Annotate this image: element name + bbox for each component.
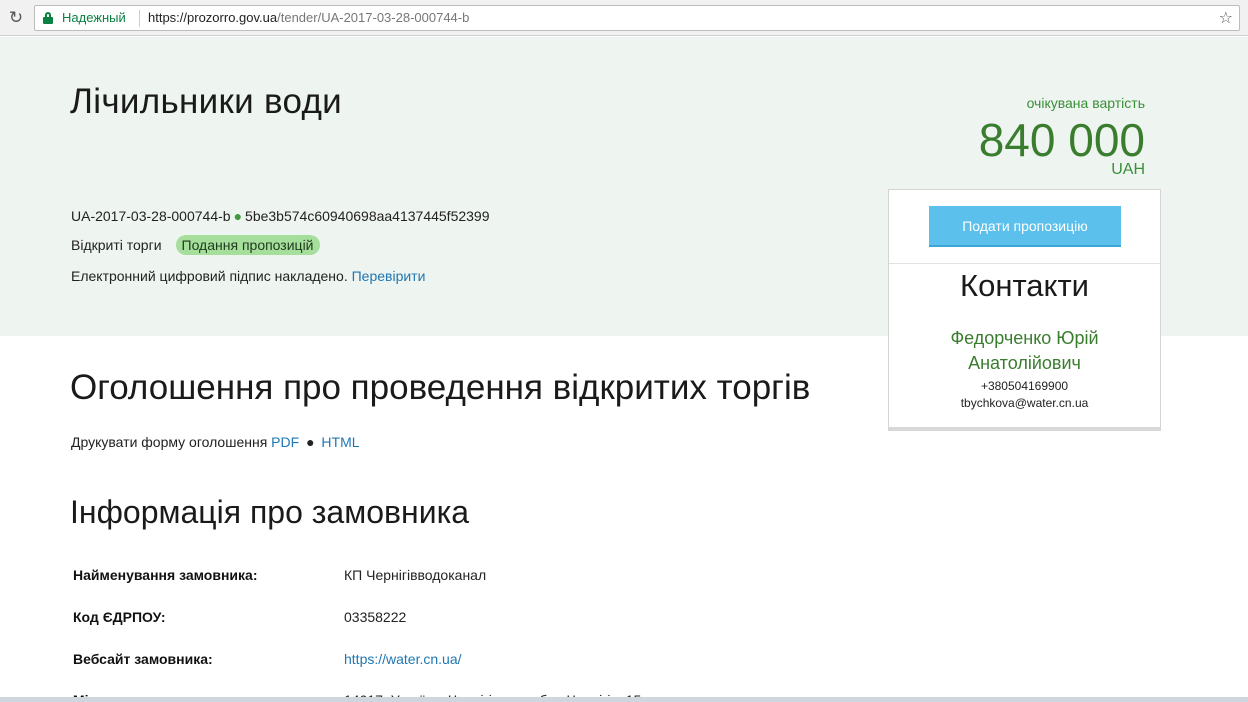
reload-icon[interactable]: ↻ — [6, 8, 26, 28]
signature-row: Електронний цифровий підпис накладено. П… — [71, 268, 425, 284]
lock-icon — [43, 12, 53, 24]
print-form-row: Друкувати форму оголошення PDF ● HTML — [71, 434, 360, 450]
bookmark-star-icon[interactable]: ☆ — [1219, 8, 1233, 28]
signature-text: Електронний цифровий підпис накладено. — [71, 268, 348, 284]
expected-value-amount: 840 000 — [978, 114, 1145, 166]
browser-toolbar: ↻ Надежный https://prozorro.gov.ua/tende… — [0, 0, 1248, 36]
print-form-label: Друкувати форму оголошення — [71, 434, 268, 450]
print-pdf-link[interactable]: PDF — [271, 434, 299, 450]
customer-website-link[interactable]: https://water.cn.ua/ — [344, 651, 462, 667]
customer-info-title: Інформація про замовника — [70, 494, 470, 530]
contact-name-line1: Федорченко Юрій — [950, 328, 1099, 348]
contact-card: Подати пропозицію Контакти Федорченко Юр… — [888, 189, 1161, 431]
info-label: Вебсайт замовника: — [73, 651, 213, 667]
tender-hash: 5be3b574c60940698aa4137445f52399 — [245, 208, 490, 224]
info-value: КП Чернігівводоканал — [344, 567, 487, 583]
submit-proposal-button[interactable]: Подати пропозицію — [929, 206, 1121, 247]
tender-id: UA-2017-03-28-000744-b — [71, 208, 231, 224]
verify-signature-link[interactable]: Перевірити — [352, 268, 426, 284]
url-path: /tender/UA-2017-03-28-000744-b — [277, 10, 470, 25]
tender-title: Лічильники води — [70, 82, 343, 121]
contact-name-line2: Анатолійович — [968, 353, 1081, 373]
separator-dot: ● — [233, 208, 243, 224]
expected-value-label: очікувана вартість — [1026, 95, 1145, 111]
tender-identifiers: UA-2017-03-28-000744-b ● 5be3b574c60940698… — [71, 208, 490, 224]
separator-dot: ● — [306, 434, 315, 450]
status-badge: Подання пропозицій — [175, 235, 320, 255]
contact-phone: +380504169900 — [980, 379, 1069, 393]
secure-label: Надежный — [62, 10, 126, 25]
info-label: Найменування замовника: — [73, 567, 258, 583]
contact-name: Федорченко Юрій Анатолійович — [889, 326, 1160, 376]
address-bar[interactable]: Надежный https://prozorro.gov.ua/tender/… — [34, 5, 1240, 31]
card-divider — [889, 263, 1160, 264]
procedure-row: Відкриті торги Подання пропозицій — [71, 235, 320, 255]
url-host: https://prozorro.gov.ua — [148, 10, 278, 25]
url-text[interactable]: https://prozorro.gov.ua/tender/UA-2017-0… — [148, 10, 469, 25]
taskbar-strip — [0, 697, 1248, 702]
omnibox-divider — [139, 10, 140, 27]
procedure-type: Відкриті торги — [71, 237, 162, 253]
contact-email: tbychkova@water.cn.ua — [960, 396, 1089, 410]
print-html-link[interactable]: HTML — [321, 434, 359, 450]
contacts-title: Контакти — [960, 268, 1089, 303]
expected-value-currency: UAH — [1111, 161, 1145, 178]
info-value: 03358222 — [344, 609, 407, 625]
info-label: Код ЄДРПОУ: — [73, 609, 166, 625]
announcement-title: Оголошення про проведення відкритих торг… — [70, 368, 811, 407]
